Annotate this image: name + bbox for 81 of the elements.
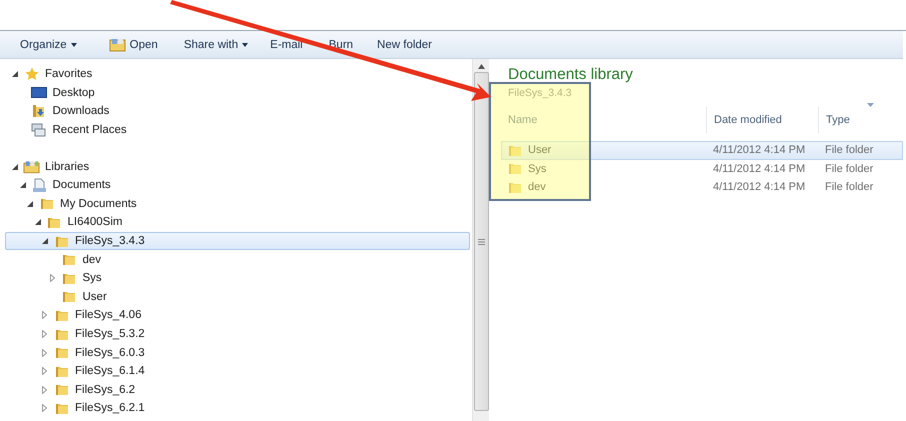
file-row[interactable]: Sys 4/11/2012 4:14 PM File folder	[501, 160, 903, 178]
folder-icon	[54, 328, 68, 341]
expand-arrow-icon[interactable]	[42, 404, 47, 412]
file-type: File folder	[824, 144, 874, 156]
expand-arrow-icon[interactable]	[42, 348, 47, 357]
folder-icon	[54, 364, 68, 378]
tree-item[interactable]: FileSys_6.2	[5, 380, 470, 400]
tree-item[interactable]: Libraries	[5, 157, 470, 176]
expand-arrow-icon[interactable]	[42, 311, 47, 320]
folder-icon	[54, 346, 68, 360]
column-header[interactable]: Type	[818, 107, 903, 133]
folder-icon	[508, 162, 522, 176]
expand-arrow-icon[interactable]	[50, 274, 54, 282]
tree-item[interactable]: Favorites	[5, 65, 470, 84]
library-title: Documents library	[508, 66, 634, 84]
download-folder-icon	[32, 104, 46, 118]
scrollbar[interactable]	[472, 59, 489, 421]
folder-icon	[62, 290, 76, 304]
tree-item[interactable]: FileSys_6.0.3	[5, 343, 470, 362]
collapse-arrow-icon[interactable]	[12, 71, 18, 78]
expand-arrow-icon[interactable]	[42, 367, 47, 376]
file-row[interactable]: User 4/11/2012 4:14 PM File folder	[501, 141, 903, 160]
tree-item[interactable]: My Documents	[5, 194, 470, 214]
expand-arrow-icon[interactable]	[42, 330, 47, 338]
collapse-arrow-icon[interactable]	[27, 200, 33, 207]
tree-item[interactable]: Documents	[5, 176, 470, 195]
tree-item[interactable]: FileSys_4.06	[5, 306, 470, 325]
folder-icon	[54, 234, 68, 248]
folder-icon	[62, 272, 76, 285]
expand-arrow-icon[interactable]	[42, 386, 47, 394]
tree-item[interactable]: Recent Places	[5, 120, 470, 140]
toolbar-button[interactable]: E-mail	[262, 36, 311, 54]
folder-icon	[54, 383, 68, 396]
toolbar-button[interactable]: Open	[100, 34, 166, 54]
library-icon	[23, 160, 40, 174]
file-name: dev	[527, 181, 546, 194]
tree-item[interactable]: Downloads	[5, 102, 470, 121]
folder-icon	[508, 144, 522, 157]
tree-item[interactable]: Desktop	[5, 84, 470, 102]
collapse-arrow-icon[interactable]	[20, 182, 26, 188]
folder-icon	[54, 402, 68, 415]
file-name: User	[527, 144, 552, 156]
column-header[interactable]: Date modified	[706, 107, 818, 133]
file-row[interactable]: dev 4/11/2012 4:14 PM File folder	[501, 178, 903, 197]
grip-icon	[478, 238, 484, 244]
caret-icon	[70, 42, 77, 46]
toolbar-button[interactable]: Organize	[12, 36, 85, 54]
collapse-arrow-icon[interactable]	[42, 238, 48, 244]
date-modified: 4/11/2012 4:14 PM	[712, 181, 806, 194]
folder-icon	[54, 308, 68, 322]
tree-item[interactable]: FileSys_6.2.1	[5, 399, 470, 418]
tree-item[interactable]: User	[5, 288, 470, 306]
tree-item[interactable]: dev	[5, 250, 470, 269]
library-subtitle: FileSys_3.4.3	[508, 87, 573, 99]
documents-icon	[32, 178, 46, 193]
toolbar-button[interactable]: Share with	[176, 36, 256, 54]
date-modified: 4/11/2012 4:14 PM	[712, 144, 806, 156]
tree-item[interactable]: FileSys_6.1.4	[5, 362, 470, 380]
star-icon	[24, 67, 38, 82]
scroll-thumb[interactable]	[474, 72, 488, 411]
collapse-arrow-icon[interactable]	[34, 219, 40, 226]
recent-places-icon	[31, 123, 47, 138]
caret-icon	[242, 42, 248, 46]
folder-icon	[62, 253, 76, 266]
tree-item[interactable]: FileSys_5.3.2	[5, 324, 470, 344]
folder-icon	[47, 216, 61, 229]
folder-icon	[108, 38, 126, 52]
folder-icon	[508, 180, 522, 194]
toolbar-button[interactable]: New folder	[369, 36, 440, 54]
file-type: File folder	[824, 162, 874, 175]
folder-icon	[40, 197, 54, 210]
tree-item[interactable]: LI6400Sim	[5, 213, 470, 232]
tree-item[interactable]: FileSys_3.4.3	[5, 232, 470, 250]
file-name: Sys	[527, 162, 546, 175]
scroll-up-icon[interactable]	[478, 64, 484, 69]
sort-caret-icon	[867, 103, 874, 107]
collapse-arrow-icon[interactable]	[12, 164, 18, 170]
tree-item[interactable]: Sys	[5, 268, 470, 288]
monitor-icon	[31, 86, 47, 99]
date-modified: 4/11/2012 4:14 PM	[712, 162, 806, 175]
file-type: File folder	[824, 181, 874, 194]
